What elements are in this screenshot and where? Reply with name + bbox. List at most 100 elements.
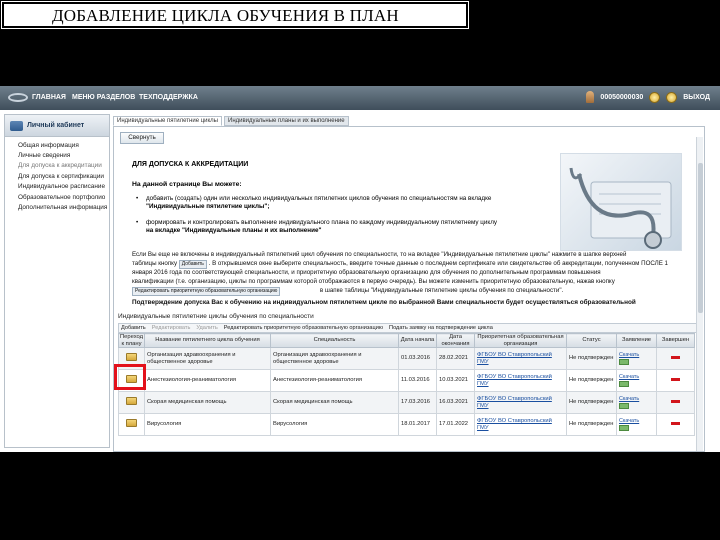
bullet-text-1a: добавить (создать) один или несколько ин… [146,195,492,202]
download-link[interactable]: Скачать [619,374,639,381]
download-link[interactable]: Скачать [619,352,639,359]
app-logo-icon[interactable] [8,93,28,102]
cycle-name-cell: Вирусология [144,413,271,436]
completed-cell [656,413,695,436]
col-header-completed[interactable]: Завершен [656,333,695,348]
folder-icon[interactable] [126,353,137,362]
search-icon[interactable] [649,91,661,103]
col-header-goto-plan[interactable]: Переход к плану [118,333,145,348]
specialty-cell: Организация здравоохранения и общественн… [270,347,399,370]
sidebar-item-personal[interactable]: Личные сведения [5,150,109,160]
sidebar: Личный кабинет Общая информация Личные с… [4,114,110,448]
bullet-text-2a: формировать и контролировать выполнение … [146,219,498,226]
nav-home[interactable]: ГЛАВНАЯ [32,94,66,101]
logout-link[interactable]: ВЫХОД [683,94,710,101]
cycle-name-cell: Анестезиология-реаниматология [144,369,271,392]
download-icon[interactable] [619,381,629,388]
bullet-text-2b: на вкладке "Индивидуальные планы и их вы… [146,227,322,234]
tab-five-year-cycles[interactable]: Индивидуальные пятилетние циклы [113,116,222,126]
toolbar-request-confirmation-button[interactable]: Подать заявку на подтверждение цикла [389,325,493,331]
tab-bar: Индивидуальные пятилетние циклы Индивиду… [113,116,349,126]
table-row[interactable]: Вирусология Вирусология 18.01.2017 17.01… [118,413,695,436]
folder-icon[interactable] [126,419,137,428]
folder-icon[interactable] [126,397,137,406]
user-id[interactable]: 00050000030 [600,94,643,101]
toolbar-add-button[interactable]: Добавить [121,325,146,331]
col-header-name[interactable]: Название пятилетнего цикла обучения [144,333,271,348]
status-cell: Не подтвержден [566,347,617,370]
remove-icon[interactable] [671,422,680,426]
sidebar-item-certification[interactable]: Для допуска к сертификации [5,171,109,181]
cabinet-icon [10,120,23,131]
col-header-start[interactable]: Дата начала [398,333,437,348]
nav-sections-menu[interactable]: МЕНЮ РАЗДЕЛОВ [72,94,135,101]
scrollbar-thumb[interactable] [698,163,703,313]
sidebar-item-accreditation[interactable]: Для допуска к аккредитации [5,161,109,171]
tab-plans[interactable]: Индивидуальные планы и их выполнение [224,116,349,126]
inline-edit-org-button[interactable]: Редактировать приоритетную образовательн… [132,287,281,296]
sidebar-header: Личный кабинет [5,115,109,137]
download-icon[interactable] [619,425,629,432]
table-row[interactable]: Организация здравоохранения и общественн… [118,347,695,370]
bullet-dot-icon: • [136,195,139,202]
application-cell: Скачать [616,369,657,392]
nav-support[interactable]: ТЕХПОДДЕРЖКА [139,94,198,101]
cycle-name-cell: Организация здравоохранения и общественн… [144,347,271,370]
table-row[interactable]: Анестезиология-реаниматология Анестезиол… [118,369,695,392]
specialty-cell: Анестезиология-реаниматология [270,369,399,392]
goto-plan-cell[interactable] [118,391,145,414]
org-link[interactable]: ФГБОУ ВО Ставропольский ГМУ [474,413,567,436]
end-date-cell: 17.01.2022 [436,413,475,436]
toolbar-edit-org-button[interactable]: Редактировать приоритетную образовательн… [224,325,383,331]
col-header-specialty[interactable]: Специальность [270,333,399,348]
remove-icon[interactable] [671,400,680,404]
info-title: ДЛЯ ДОПУСКА К АККРЕДИТАЦИИ [132,161,249,168]
sidebar-item-schedule[interactable]: Индивидуальное расписание [5,182,109,192]
application-cell: Скачать [616,347,657,370]
gear-icon[interactable] [666,91,678,103]
vertical-scrollbar[interactable] [696,137,703,451]
sidebar-item-portfolio[interactable]: Образовательное портфолио [5,192,109,202]
info-section: ДЛЯ ДОПУСКА К АККРЕДИТАЦИИ На данной стр… [120,147,690,307]
cycles-table: Переход к плану Название пятилетнего цик… [118,333,695,436]
slide-title: ДОБАВЛЕНИЕ ЦИКЛА ОБУЧЕНИЯ В ПЛАН [1,1,469,29]
stethoscope-image [560,153,682,251]
info-paragraph-line: таблицы кнопку Добавить . В открывшемся … [132,260,668,269]
cycle-name-cell: Скорая медицинская помощь [144,391,271,414]
grid-toolbar: Добавить Редактировать Удалить Редактиро… [118,323,698,333]
col-header-end[interactable]: Дата окончания [436,333,475,348]
main-content: Индивидуальные пятилетние циклы Индивиду… [113,116,705,452]
col-header-status[interactable]: Статус [566,333,617,348]
toolbar-delete-button[interactable]: Удалить [196,325,217,331]
goto-plan-cell[interactable] [118,413,145,436]
info-paragraph-line: Если Вы еще не включены в индивидуальный… [132,251,627,258]
download-link[interactable]: Скачать [619,396,639,403]
download-link[interactable]: Скачать [619,418,639,425]
org-link[interactable]: ФГБОУ ВО Ставропольский ГМУ [474,391,567,414]
end-date-cell: 10.03.2021 [436,369,475,392]
toolbar-edit-button[interactable]: Редактировать [152,325,191,331]
info-paragraph-line: Редактировать приоритетную образовательн… [132,287,563,296]
table-row[interactable]: Скорая медицинская помощь Скорая медицин… [118,391,695,414]
completed-cell [656,391,695,414]
specialty-cell: Скорая медицинская помощь [270,391,399,414]
collapse-button[interactable]: Свернуть [120,132,164,144]
start-date-cell: 11.03.2016 [398,369,437,392]
user-box: 00050000030 ВЫХОД [586,91,710,103]
remove-icon[interactable] [671,378,680,382]
org-link[interactable]: ФГБОУ ВО Ставропольский ГМУ [474,369,567,392]
application-cell: Скачать [616,413,657,436]
sidebar-item-additional[interactable]: Дополнительная информация [5,202,109,212]
download-icon[interactable] [619,359,629,366]
org-link[interactable]: ФГБОУ ВО Ставропольский ГМУ [474,347,567,370]
status-cell: Не подтвержден [566,391,617,414]
col-header-org[interactable]: Приоритетная образовательная организация [474,333,567,348]
remove-icon[interactable] [671,356,680,360]
download-icon[interactable] [619,403,629,410]
top-navigation-bar: ГЛАВНАЯ МЕНЮ РАЗДЕЛОВ ТЕХПОДДЕРЖКА 00050… [0,86,720,110]
inline-add-button[interactable]: Добавить [178,260,207,269]
info-text: таблицы кнопку [132,260,178,267]
sidebar-item-general[interactable]: Общая информация [5,140,109,150]
col-header-application[interactable]: Заявление [616,333,657,348]
end-date-cell: 28.02.2021 [436,347,475,370]
